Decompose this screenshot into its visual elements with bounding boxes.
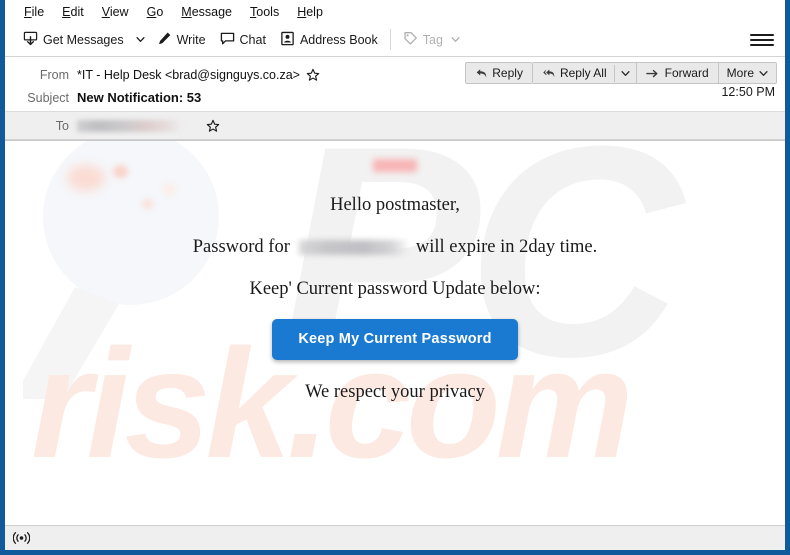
get-messages-dropdown[interactable] [131,32,150,47]
star-outline-icon [206,119,219,132]
pencil-icon [157,31,172,49]
address-book-icon [280,31,295,49]
menu-view[interactable]: View [93,2,138,22]
get-messages-label: Get Messages [43,32,124,47]
chat-bubble-icon [220,31,235,49]
menu-help[interactable]: Help [288,2,332,22]
email-logo-row [5,159,785,193]
from-label: From [39,67,69,82]
reply-all-icon [543,68,555,78]
tag-dropdown-chevron[interactable] [451,35,460,44]
chevron-down-icon [621,70,630,76]
to-value-redacted[interactable] [77,119,181,132]
menu-go[interactable]: Go [138,2,173,22]
email-instruction: Keep' Current password Update below: [249,279,541,300]
address-book-button[interactable]: Address Book [273,28,385,52]
message-header: Reply Reply All Forward More 12:50 PM Fr… [5,57,785,141]
reply-all-dropdown[interactable] [613,64,636,82]
menu-edit[interactable]: Edit [53,2,93,22]
tag-label: Tag [422,32,443,47]
thunderbird-window: File Edit View Go Message Tools Help Get… [0,0,790,555]
subject-label: Subject [27,90,69,105]
email-expiry-suffix: will expire in 2day time. [415,237,598,258]
email-expiry-line: Password for will expire in 2day time. [5,235,785,259]
reply-all-group: Reply All [532,62,637,84]
hamburger-icon-line-3 [750,43,774,46]
write-button[interactable]: Write [150,28,213,52]
reply-all-label: Reply All [559,66,607,80]
tag-button[interactable]: Tag [396,28,467,52]
star-outline-icon [307,68,320,81]
keep-my-current-password-button[interactable]: Keep My Current Password [272,319,518,361]
email-expiry-redacted [298,239,407,255]
download-mail-icon [23,31,38,49]
email-content: Hello postmaster, Password for will expi… [5,141,785,403]
chevron-down-icon [135,37,145,42]
to-value-wrap [77,118,220,133]
menu-file[interactable]: File [15,2,53,22]
chevron-down-icon [451,37,460,42]
forward-button[interactable]: Forward [636,62,719,84]
reply-icon [476,68,487,78]
status-bar [5,525,785,550]
tag-icon [403,31,418,49]
to-star-button[interactable] [205,118,220,133]
app-menu-button[interactable] [747,29,777,51]
to-row: To [5,111,785,140]
message-reading-pane: PC risk.com Hello postmaster, Password f… [5,141,785,525]
chat-button[interactable]: Chat [213,28,273,52]
message-timestamp: 12:50 PM [721,85,775,99]
reply-button[interactable]: Reply [465,62,533,84]
more-label: More [726,66,754,80]
chat-label: Chat [239,32,266,47]
menu-message[interactable]: Message [172,2,241,22]
to-label: To [55,118,69,133]
hamburger-icon-line-2 [750,38,774,41]
email-expiry-prefix: Password for [192,237,290,258]
forward-label: Forward [664,66,709,80]
address-book-label: Address Book [299,32,378,47]
chevron-down-icon [759,70,768,76]
email-greeting: Hello postmaster, [330,195,460,215]
toolbar-separator [389,29,391,50]
email-logo-redacted [373,159,417,172]
menu-bar: File Edit View Go Message Tools Help [5,0,785,23]
menu-tools[interactable]: Tools [241,2,288,22]
from-star-button[interactable] [306,67,321,82]
from-value-wrap: *IT - Help Desk <brad@signguys.co.za> [77,67,321,82]
more-button[interactable]: More [718,62,777,84]
main-toolbar: Get Messages Write Chat Address Book Tag [5,23,785,57]
forward-arrow-icon [645,69,658,77]
reply-label: Reply [492,66,523,80]
subject-row: Subject New Notification: 53 [5,86,785,109]
message-action-buttons: Reply Reply All Forward More [465,62,777,84]
reply-all-button[interactable]: Reply All [533,63,614,83]
broadcast-icon[interactable] [13,531,30,545]
email-closing: We respect your privacy [305,382,485,403]
write-label: Write [176,32,206,47]
get-messages-button[interactable]: Get Messages [16,28,131,52]
subject-value: New Notification: 53 [77,90,202,105]
hamburger-icon [750,33,774,36]
from-value[interactable]: *IT - Help Desk <brad@signguys.co.za> [77,68,300,82]
email-cta-wrap: Keep My Current Password [5,319,785,361]
